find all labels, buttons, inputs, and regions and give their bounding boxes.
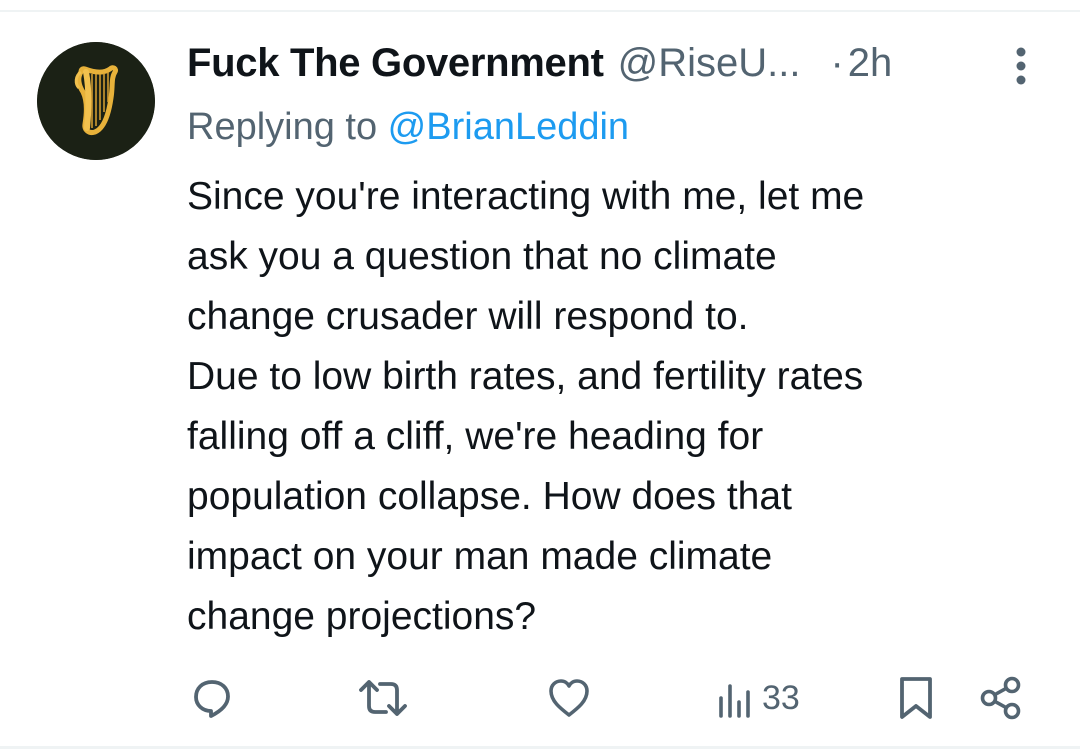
- avatar[interactable]: [37, 42, 155, 160]
- like-button[interactable]: [546, 668, 592, 728]
- tweet-actions: 33: [0, 668, 1080, 728]
- top-divider: [0, 10, 1080, 12]
- views-count: 33: [762, 678, 800, 717]
- reply-icon: [194, 680, 230, 718]
- timestamp[interactable]: 2h: [848, 40, 893, 86]
- author-display-name[interactable]: Fuck The Government: [187, 40, 604, 86]
- share-icon: [980, 676, 1021, 720]
- harp-icon: [37, 42, 155, 160]
- retweet-icon: [359, 680, 407, 716]
- share-button[interactable]: [978, 668, 1024, 728]
- replying-to: Replying to @BrianLeddin: [187, 104, 629, 150]
- tweet-text: Since you're interacting with me, let me…: [187, 175, 865, 638]
- bookmark-button[interactable]: [896, 668, 936, 728]
- tweet-header: Fuck The Government @RiseU... · 2h: [187, 40, 892, 86]
- header-separator: ·: [830, 41, 844, 85]
- bookmark-icon: [900, 677, 932, 719]
- more-options-icon[interactable]: [1014, 46, 1028, 86]
- views-button[interactable]: 33: [716, 668, 800, 728]
- author-handle[interactable]: @RiseU...: [618, 40, 801, 86]
- reply-mention-link[interactable]: @BrianLeddin: [388, 106, 629, 148]
- retweet-button[interactable]: [358, 668, 408, 728]
- heart-icon: [549, 679, 589, 717]
- views-icon: [719, 684, 750, 718]
- replying-to-label: Replying to: [187, 106, 388, 148]
- reply-button[interactable]: [190, 668, 234, 728]
